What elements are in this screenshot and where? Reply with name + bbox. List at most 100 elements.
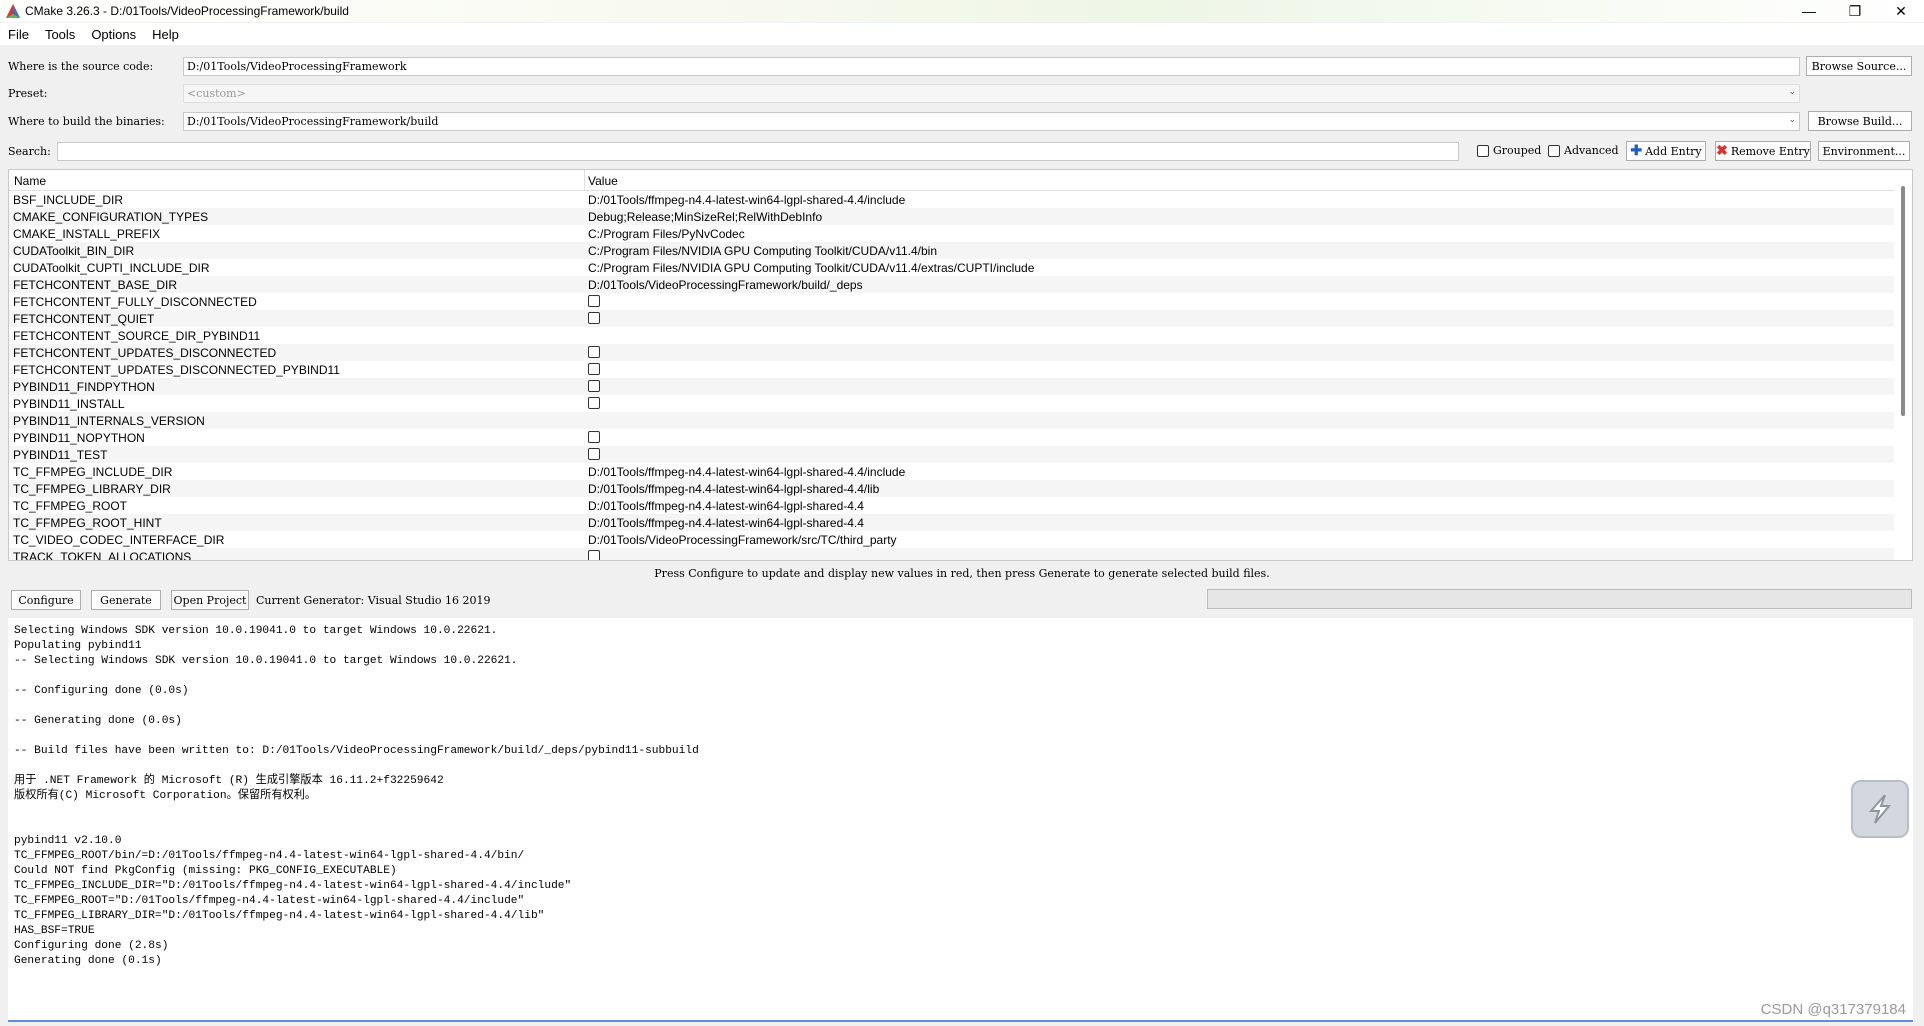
preset-value: <custom> xyxy=(187,87,246,100)
row-value[interactable]: C:/Program Files/PyNvCodec xyxy=(588,227,745,241)
close-icon[interactable]: ✕ xyxy=(1878,0,1924,22)
open-project-button[interactable]: Open Project xyxy=(171,590,249,610)
table-row[interactable]: TC_FFMPEG_ROOT D:/01Tools/ffmpeg-n4.4-lat… xyxy=(9,497,1894,514)
advanced-check-box[interactable] xyxy=(1548,144,1560,157)
table-row[interactable]: TC_FFMPEG_INCLUDE_DIR D:/01Tools/ffmpeg-n… xyxy=(9,463,1894,480)
table-row[interactable]: BSF_INCLUDE_DIR D:/01Tools/ffmpeg-n4.4-la… xyxy=(9,191,1894,208)
remove-entry-button[interactable]: ✖ Remove Entry xyxy=(1715,141,1811,161)
row-name: PYBIND11_INTERNALS_VERSION xyxy=(13,414,205,428)
log-line: pybind11 v2.10.0 xyxy=(14,835,122,847)
log-line: Configuring done (2.8s) xyxy=(14,940,169,952)
row-name: TC_FFMPEG_LIBRARY_DIR xyxy=(13,482,171,496)
table-row[interactable]: CUDAToolkit_BIN_DIR C:/Program Files/NVID… xyxy=(9,242,1894,259)
row-value[interactable]: D:/01Tools/VideoProcessingFramework/buil… xyxy=(588,278,863,292)
menu-file[interactable]: File xyxy=(0,27,37,42)
grouped-check-box[interactable] xyxy=(1477,144,1489,157)
cache-table[interactable]: Name Value BSF_INCLUDE_DIR D:/01Tools/ffm… xyxy=(8,169,1913,561)
col-name-header[interactable]: Name xyxy=(14,174,46,188)
browse-source-button[interactable]: Browse Source... xyxy=(1806,56,1912,76)
menu-options[interactable]: Options xyxy=(83,27,144,42)
scrollbar-thumb[interactable] xyxy=(1901,186,1905,416)
build-row: Where to build the binaries: D:/01Tools/… xyxy=(0,111,1924,133)
browse-build-button[interactable]: Browse Build... xyxy=(1808,111,1912,131)
row-value[interactable]: D:/01Tools/ffmpeg-n4.4-latest-win64-lgpl… xyxy=(588,482,879,496)
add-entry-button[interactable]: ✚ Add Entry xyxy=(1626,141,1706,161)
row-value-checkbox[interactable] xyxy=(588,346,600,358)
chevron-down-icon[interactable]: ⌄ xyxy=(1788,115,1796,125)
column-divider[interactable] xyxy=(584,170,585,191)
table-row[interactable]: TC_FFMPEG_ROOT_HINT D:/01Tools/ffmpeg-n4.… xyxy=(9,514,1894,531)
row-name: TRACK_TOKEN_ALLOCATIONS xyxy=(13,550,192,561)
minimize-icon[interactable]: — xyxy=(1786,0,1832,22)
row-value-checkbox[interactable] xyxy=(588,550,600,560)
row-name: FETCHCONTENT_QUIET xyxy=(13,312,155,326)
row-value[interactable]: Debug;Release;MinSizeRel;RelWithDebInfo xyxy=(588,210,822,224)
table-row[interactable]: TC_VIDEO_CODEC_INTERFACE_DIR D:/01Tools/V… xyxy=(9,531,1894,548)
table-row[interactable]: CMAKE_INSTALL_PREFIX C:/Program Files/PyN… xyxy=(9,225,1894,242)
row-name: TC_FFMPEG_ROOT_HINT xyxy=(13,516,162,530)
search-input[interactable] xyxy=(57,142,1459,161)
table-row[interactable]: FETCHCONTENT_BASE_DIR D:/01Tools/VideoPro… xyxy=(9,276,1894,293)
table-row[interactable]: FETCHCONTENT_QUIET xyxy=(9,310,1894,327)
log-line: Generating done (0.1s) xyxy=(14,955,162,967)
row-name: PYBIND11_NOPYTHON xyxy=(13,431,145,445)
configure-button[interactable]: Configure xyxy=(11,590,81,610)
current-generator: Current Generator: Visual Studio 16 2019 xyxy=(256,594,491,607)
log-line: 用于 .NET Framework 的 Microsoft (R) 生成引擎版本… xyxy=(14,775,444,787)
table-row[interactable]: PYBIND11_TEST xyxy=(9,446,1894,463)
row-name: CMAKE_CONFIGURATION_TYPES xyxy=(13,210,209,224)
floating-assistant-button[interactable] xyxy=(1851,780,1909,838)
row-name: CUDAToolkit_BIN_DIR xyxy=(13,244,135,258)
log-line: 版权所有(C) Microsoft Corporation。保留所有权利。 xyxy=(14,790,317,802)
table-row[interactable]: FETCHCONTENT_FULLY_DISCONNECTED xyxy=(9,293,1894,310)
table-row[interactable]: CUDAToolkit_CUPTI_INCLUDE_DIR C:/Program … xyxy=(9,259,1894,276)
row-value[interactable]: D:/01Tools/ffmpeg-n4.4-latest-win64-lgpl… xyxy=(588,465,905,479)
grouped-checkbox[interactable]: Grouped xyxy=(1477,144,1541,157)
advanced-label: Advanced xyxy=(1564,144,1619,157)
row-name: CUDAToolkit_CUPTI_INCLUDE_DIR xyxy=(13,261,210,275)
preset-combo: <custom> ⌄ xyxy=(183,84,1800,103)
generate-button[interactable]: Generate xyxy=(91,590,161,610)
table-row[interactable]: PYBIND11_FINDPYTHON xyxy=(9,378,1894,395)
menu-tools[interactable]: Tools xyxy=(37,27,83,42)
table-row[interactable]: FETCHCONTENT_SOURCE_DIR_PYBIND11 xyxy=(9,327,1894,344)
row-value-checkbox[interactable] xyxy=(588,380,600,392)
table-row[interactable]: PYBIND11_INTERNALS_VERSION xyxy=(9,412,1894,429)
row-value-checkbox[interactable] xyxy=(588,363,600,375)
build-combo[interactable]: D:/01Tools/VideoProcessingFramework/buil… xyxy=(183,112,1800,131)
row-value[interactable]: D:/01Tools/VideoProcessingFramework/src/… xyxy=(588,533,897,547)
output-log[interactable]: Selecting Windows SDK version 10.0.19041… xyxy=(8,618,1913,1022)
table-body: BSF_INCLUDE_DIR D:/01Tools/ffmpeg-n4.4-la… xyxy=(9,191,1894,561)
row-value-checkbox[interactable] xyxy=(588,295,600,307)
advanced-checkbox[interactable]: Advanced xyxy=(1548,144,1619,157)
table-row[interactable]: TRACK_TOKEN_ALLOCATIONS xyxy=(9,548,1894,561)
menu-help[interactable]: Help xyxy=(144,27,187,42)
remove-entry-label: Remove Entry xyxy=(1730,144,1810,158)
row-value[interactable]: C:/Program Files/NVIDIA GPU Computing To… xyxy=(588,261,1034,275)
row-value[interactable]: D:/01Tools/ffmpeg-n4.4-latest-win64-lgpl… xyxy=(588,193,905,207)
vertical-scrollbar[interactable] xyxy=(1894,170,1912,560)
source-input[interactable]: D:/01Tools/VideoProcessingFramework xyxy=(183,57,1800,76)
row-value-checkbox[interactable] xyxy=(588,431,600,443)
table-row[interactable]: FETCHCONTENT_UPDATES_DISCONNECTED_PYBIND… xyxy=(9,361,1894,378)
table-row[interactable]: CMAKE_CONFIGURATION_TYPES Debug;Release;M… xyxy=(9,208,1894,225)
log-line: TC_FFMPEG_ROOT="D:/01Tools/ffmpeg-n4.4-l… xyxy=(14,895,525,907)
col-value-header[interactable]: Value xyxy=(588,174,618,188)
row-value[interactable]: D:/01Tools/ffmpeg-n4.4-latest-win64-lgpl… xyxy=(588,516,864,530)
row-value-checkbox[interactable] xyxy=(588,312,600,324)
environment-button[interactable]: Environment... xyxy=(1818,141,1910,161)
log-line: TC_FFMPEG_ROOT/bin/=D:/01Tools/ffmpeg-n4… xyxy=(14,850,525,862)
search-label: Search: xyxy=(8,145,51,158)
configure-hint: Press Configure to update and display ne… xyxy=(654,567,1270,580)
table-row[interactable]: FETCHCONTENT_UPDATES_DISCONNECTED xyxy=(9,344,1894,361)
table-row[interactable]: PYBIND11_INSTALL xyxy=(9,395,1894,412)
table-row[interactable]: TC_FFMPEG_LIBRARY_DIR D:/01Tools/ffmpeg-n… xyxy=(9,480,1894,497)
row-value-checkbox[interactable] xyxy=(588,448,600,460)
table-row[interactable]: PYBIND11_NOPYTHON xyxy=(9,429,1894,446)
row-value[interactable]: C:/Program Files/NVIDIA GPU Computing To… xyxy=(588,244,937,258)
log-line: Could NOT find PkgConfig (missing: PKG_C… xyxy=(14,865,397,877)
row-value-checkbox[interactable] xyxy=(588,397,600,409)
restore-icon[interactable]: ❐ xyxy=(1832,0,1878,22)
row-value[interactable]: D:/01Tools/ffmpeg-n4.4-latest-win64-lgpl… xyxy=(588,499,864,513)
